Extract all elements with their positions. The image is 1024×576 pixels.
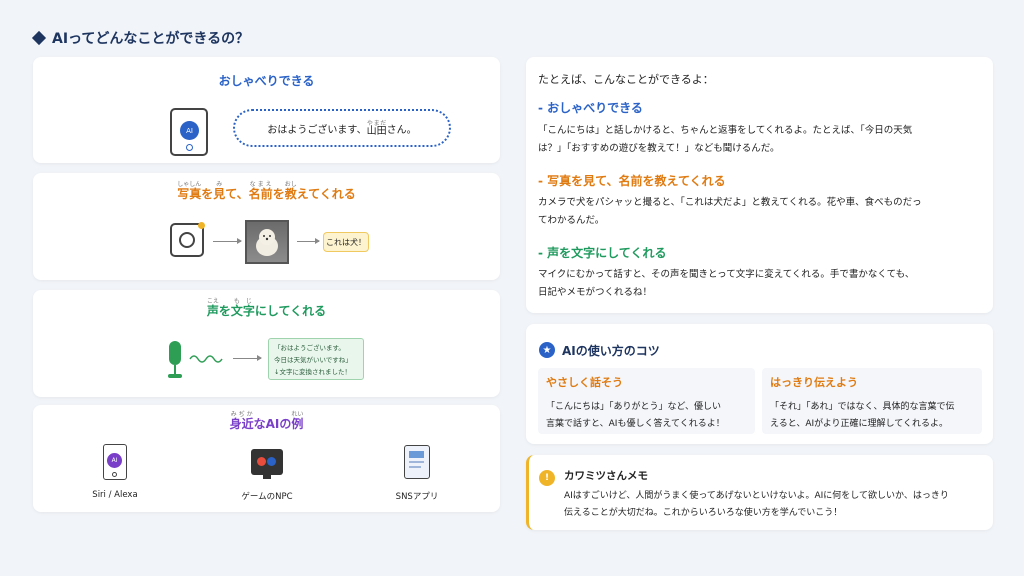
memo-text: AIはすごいけど、人間がうまく使ってあげないといけないよ。AIに何をして欲しいか…	[564, 491, 949, 518]
info-icon: !	[539, 470, 555, 486]
transcript-line: 「おはようございます。	[274, 344, 345, 352]
transcript-box: 「おはようございます。 今日は天気がいいですね」 ↓文字に変換されました！	[268, 338, 364, 380]
game-screen-icon	[251, 449, 283, 479]
microphone-icon	[167, 341, 183, 381]
arrow-icon	[213, 238, 242, 244]
talk-card: おしゃべりできる AI おはようございます、 山田やまだ さん。	[33, 57, 500, 163]
ai-badge: AI	[107, 453, 122, 468]
voice-card: 声こえを文字もじにしてくれる 「おはようございます。 今日は天気がいいですね」 …	[33, 290, 500, 397]
nearby-item-label: ゲームのNPC	[241, 492, 293, 502]
bubble-name: 山田	[366, 125, 387, 137]
tip-column-content: はっきり伝えよう 「それ」「あれ」ではなく、具体的な言葉で伝 えると、AIがより…	[770, 374, 955, 433]
nearby-item-label: Siri / Alexa	[92, 490, 138, 500]
arrow-icon	[233, 355, 262, 361]
bubble-text-pre: おはようございます、	[267, 124, 367, 136]
examples-intro: たとえば、こんなことができるよ：	[538, 73, 714, 86]
nearby-card: 身近みぢかなAIの例れい AI Siri / Alexa ゲームのNPC SNS…	[33, 405, 500, 512]
example-paragraph: カメラで犬をパシャッと撮ると、「これは犬だよ」と教えてくれる。花や車、食べものだ…	[538, 197, 922, 226]
photo-title: 写真しゃしんを見みて、名前なまえを教おしえてくれる	[177, 181, 356, 201]
diamond-icon	[31, 30, 47, 46]
tip-title: やさしく話そう	[546, 376, 623, 389]
camera-icon	[170, 222, 205, 257]
smartphone-icon: AI	[103, 444, 127, 480]
tip-column-content: やさしく話そう 「こんにちは」「ありがとう」など、優しい 言葉で話すと、AIも優…	[546, 374, 725, 433]
sns-app-icon	[404, 445, 430, 479]
dog-photo	[245, 220, 289, 264]
tip-text: 言葉で話すと、AIも優しく答えてくれるよ！	[546, 419, 725, 429]
example-heading: - 声を文字にしてくれる	[538, 246, 667, 260]
sound-wave-icon	[189, 355, 223, 363]
transcript-line: ↓文字に変換されました！	[274, 368, 351, 376]
photo-card: 写真しゃしんを見みて、名前なまえを教おしえてくれる これは犬！	[33, 173, 500, 280]
tip-title: はっきり伝えよう	[770, 376, 858, 389]
home-button-icon	[186, 144, 193, 151]
arrow-icon	[297, 238, 320, 244]
nearby-title: 身近みぢかなAIの例れい	[229, 411, 304, 431]
page-title: AIってどんなことができるの？	[31, 28, 250, 48]
transcript-line: 今日は天気がいいですね」	[274, 356, 352, 364]
tip-text: 「それ」「あれ」ではなく、具体的な言葉で伝	[770, 402, 955, 412]
memo-title: カワミツさんメモ	[564, 470, 648, 482]
page-title-text: AIってどんなことができるの？	[52, 31, 250, 47]
example-paragraph: 「こんにちは」と話しかけると、ちゃんと返事をしてくれるよ。たとえば、「今日の天気…	[538, 125, 913, 154]
bubble-text-post: さん。	[386, 124, 417, 136]
voice-title: 声こえを文字もじにしてくれる	[206, 298, 327, 318]
tip-text: えると、AIがより正確に理解してくれるよ。	[770, 419, 949, 429]
example-paragraph: マイクにむかって話すと、その声を聞きとって文字に変えてくれる。手で書かなくても、…	[538, 269, 915, 298]
example-heading: - おしゃべりできる	[538, 101, 643, 115]
phone-icon: AI	[170, 108, 208, 156]
star-icon: ★	[539, 342, 555, 358]
speech-bubble: おはようございます、 山田やまだ さん。	[233, 109, 451, 147]
result-tag: これは犬！	[323, 232, 369, 252]
example-heading: - 写真を見て、名前を教えてくれる	[538, 174, 726, 188]
nearby-item-label: SNSアプリ	[395, 492, 439, 502]
bubble-name-ruby: やまだ	[366, 119, 387, 127]
tips-title: AIの使い方のコツ	[562, 344, 660, 358]
result-text: これは犬！	[326, 237, 366, 247]
talk-title: おしゃべりできる	[218, 74, 315, 88]
tip-text: 「こんにちは」「ありがとう」など、優しい	[546, 402, 722, 412]
ai-badge: AI	[180, 121, 199, 140]
